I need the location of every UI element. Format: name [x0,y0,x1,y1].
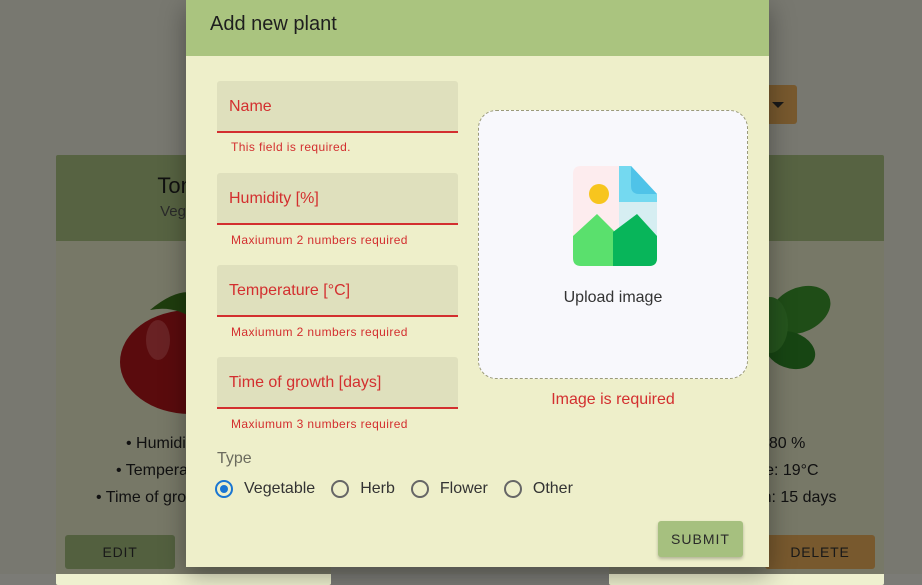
upload-image-label: Upload image [563,289,663,306]
add-plant-dialog: Add new plant Name This field is require… [186,0,769,567]
temperature-field[interactable]: Temperature [°C] [217,265,458,317]
image-icon [573,166,657,266]
name-field[interactable]: Name [217,81,458,133]
radio-other-label: Other [532,480,573,497]
radio-herb-circle[interactable] [331,480,350,498]
upload-image-error: Image is required [551,391,675,408]
radio-vegetable[interactable]: Vegetable [215,480,315,498]
name-error: This field is required. [231,140,351,154]
dialog-title: Add new plant [210,13,337,35]
dialog-header: Add new plant [186,0,769,56]
temperature-error: Maxiumum 2 numbers required [231,325,408,339]
humidity-error: Maxiumum 2 numbers required [231,233,408,247]
growth-time-field[interactable]: Time of growth [days] [217,357,458,409]
radio-herb[interactable]: Herb [331,480,395,498]
radio-flower-circle[interactable] [410,480,429,498]
radio-flower-label: Flower [439,480,488,497]
radio-flower[interactable]: Flower [410,480,488,498]
radio-herb-label: Herb [360,480,395,497]
radio-vegetable-label: Vegetable [244,480,316,497]
submit-button[interactable]: SUBMIT [658,521,743,557]
growth-time-error: Maxiumum 3 numbers required [231,417,408,431]
radio-vegetable-circle[interactable] [215,480,233,498]
radio-other-circle[interactable] [503,480,522,498]
type-radio-group: Vegetable Herb Flower Other [215,480,589,498]
humidity-field[interactable]: Humidity [%] [217,173,458,225]
type-label: Type [217,450,252,467]
radio-other[interactable]: Other [503,480,573,498]
upload-image-dropzone[interactable]: Upload image [478,110,748,379]
